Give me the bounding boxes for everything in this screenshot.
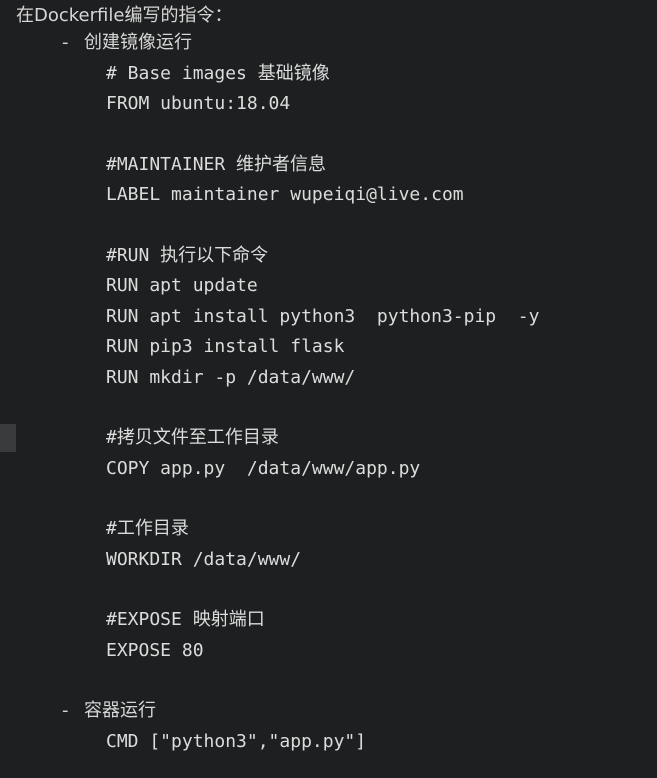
code-line-run-mkdir: RUN mkdir -p /data/www/: [106, 367, 356, 388]
section-container-run: - 容器运行: [62, 697, 156, 725]
section-label: 容器运行: [84, 700, 156, 721]
code-line-from: FROM ubuntu:18.04: [106, 93, 291, 114]
code-line-workdir: WORKDIR /data/www/: [106, 549, 302, 570]
code-line-run-install: RUN apt install python3 python3-pip -y: [106, 306, 540, 327]
bullet-dash: -: [62, 700, 69, 721]
code-line-run-pip: RUN pip3 install flask: [106, 336, 345, 357]
code-comment-copy: #拷贝文件至工作目录: [106, 427, 279, 448]
section-build-image: - 创建镜像运行: [62, 29, 192, 57]
code-line-expose: EXPOSE 80: [106, 640, 204, 661]
code-line-label: LABEL maintainer wupeiqi@live.com: [106, 184, 464, 205]
code-comment-expose: #EXPOSE 映射端口: [106, 609, 265, 630]
document-heading: 在Dockerfile编写的指令：: [16, 5, 233, 26]
code-line-cmd: CMD ["python3","app.py"]: [106, 731, 367, 752]
gutter-marker: [0, 424, 16, 452]
code-comment-maintainer: #MAINTAINER 维护者信息: [106, 154, 327, 175]
section-label: 创建镜像运行: [84, 32, 192, 53]
code-line-copy: COPY app.py /data/www/app.py: [106, 458, 421, 479]
bullet-dash: -: [62, 32, 69, 53]
code-comment-base-image: # Base images 基础镜像: [106, 63, 330, 84]
code-comment-workdir: #工作目录: [106, 518, 189, 539]
code-comment-run: #RUN 执行以下命令: [106, 245, 269, 266]
code-line-run-update: RUN apt update: [106, 275, 258, 296]
